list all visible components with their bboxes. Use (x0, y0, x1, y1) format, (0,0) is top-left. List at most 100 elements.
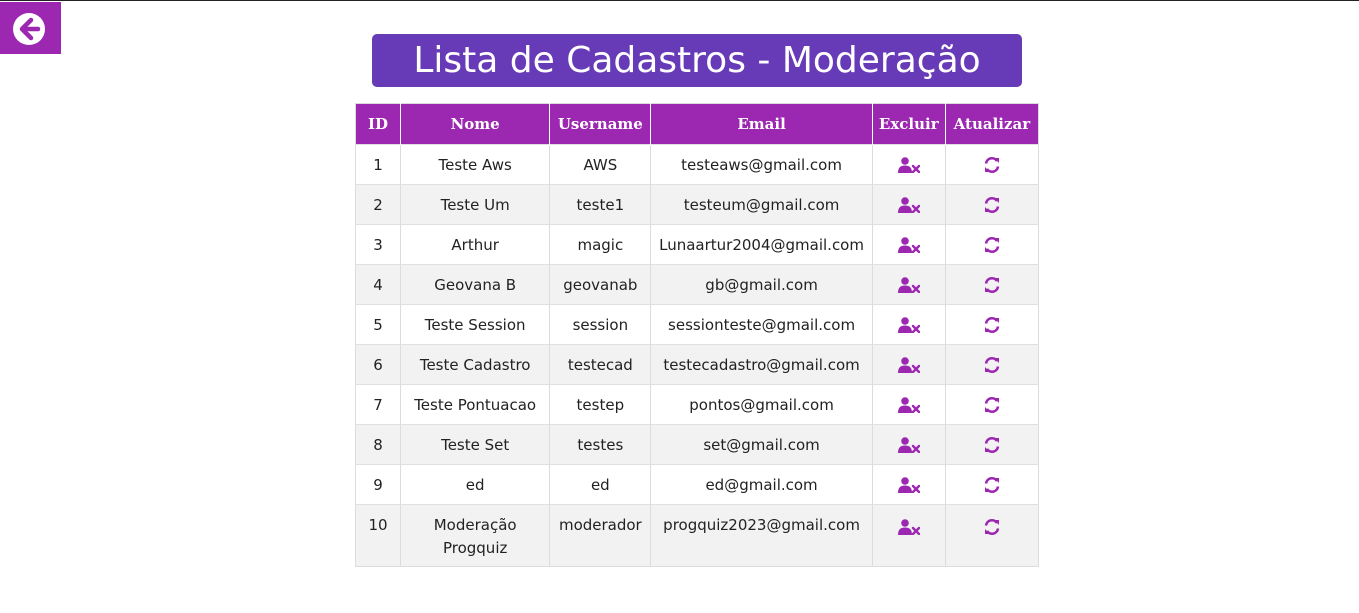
cell-nome: Teste Um (400, 184, 550, 225)
cell-email: gb@gmail.com (650, 264, 873, 305)
user-remove-icon[interactable] (897, 477, 920, 493)
delete-button[interactable] (871, 504, 946, 567)
refresh-icon[interactable] (983, 436, 1001, 454)
cell-username: AWS (549, 144, 651, 185)
back-button[interactable] (0, 2, 61, 54)
update-button[interactable] (944, 144, 1039, 185)
refresh-icon[interactable] (983, 236, 1001, 254)
cell-nome: Teste Aws (400, 144, 550, 185)
table-row: 3 Arthur magic Lunaartur2004@gmail.com (355, 224, 1039, 265)
cell-nome: Teste Set (400, 424, 550, 465)
cell-id: 8 (355, 424, 401, 465)
table-row: 8 Teste Set testes set@gmail.com (355, 424, 1039, 465)
delete-button[interactable] (871, 424, 946, 465)
cell-email: sessionteste@gmail.com (650, 304, 873, 345)
update-button[interactable] (944, 184, 1039, 225)
delete-button[interactable] (871, 344, 946, 385)
cell-username: moderador (549, 504, 651, 567)
cell-email: ed@gmail.com (650, 464, 873, 505)
cell-email: pontos@gmail.com (650, 384, 873, 425)
cell-id: 4 (355, 264, 401, 305)
cell-id: 10 (355, 504, 401, 567)
header-atualizar: Atualizar (944, 103, 1039, 145)
user-remove-icon[interactable] (897, 277, 920, 293)
header-id: ID (355, 103, 401, 145)
refresh-icon[interactable] (983, 316, 1001, 334)
cell-username: teste1 (549, 184, 651, 225)
table-row: 9 ed ed ed@gmail.com (355, 464, 1039, 505)
delete-button[interactable] (871, 224, 946, 265)
user-remove-icon[interactable] (897, 157, 920, 173)
update-button[interactable] (944, 384, 1039, 425)
cell-username: testep (549, 384, 651, 425)
cell-nome: Teste Session (400, 304, 550, 345)
refresh-icon[interactable] (983, 276, 1001, 294)
page-title: Lista de Cadastros - Moderação (413, 39, 981, 81)
user-remove-icon[interactable] (897, 518, 920, 535)
delete-button[interactable] (871, 144, 946, 185)
cell-nome: Arthur (400, 224, 550, 265)
table-row: 7 Teste Pontuacao testep pontos@gmail.com (355, 384, 1039, 425)
delete-button[interactable] (871, 264, 946, 305)
table-row: 1 Teste Aws AWS testeaws@gmail.com (355, 144, 1039, 185)
cell-email: testeaws@gmail.com (650, 144, 873, 185)
refresh-icon[interactable] (983, 196, 1001, 214)
user-remove-icon[interactable] (897, 397, 920, 413)
delete-button[interactable] (871, 184, 946, 225)
user-remove-icon[interactable] (897, 357, 920, 373)
cell-id: 6 (355, 344, 401, 385)
cell-nome: Geovana B (400, 264, 550, 305)
update-button[interactable] (944, 424, 1039, 465)
user-remove-icon[interactable] (897, 317, 920, 333)
user-remove-icon[interactable] (897, 437, 920, 453)
table-row: 4 Geovana Bgeovanab gb@gmail.com (355, 264, 1039, 305)
update-button[interactable] (944, 304, 1039, 345)
update-button[interactable] (944, 344, 1039, 385)
cell-username: session (549, 304, 651, 345)
user-remove-icon[interactable] (897, 237, 920, 253)
cell-username: geovanab (549, 264, 651, 305)
cell-nome: Teste Cadastro (400, 344, 550, 385)
update-button[interactable] (944, 264, 1039, 305)
refresh-icon[interactable] (983, 356, 1001, 374)
refresh-icon[interactable] (983, 476, 1001, 494)
cell-username: testes (549, 424, 651, 465)
header-username: Username (549, 103, 651, 145)
table-header-row: ID Nome Username Email Excluir Atualizar (355, 103, 1039, 145)
cell-id: 9 (355, 464, 401, 505)
refresh-icon[interactable] (983, 396, 1001, 414)
registrations-table: ID Nome Username Email Excluir Atualizar… (355, 103, 1039, 567)
table-row: 10 Moderação Progquiz moderador progquiz202… (355, 504, 1039, 567)
table-row: 5 Teste Session session sessionteste@gmail.… (355, 304, 1039, 345)
header-email: Email (650, 103, 873, 145)
delete-button[interactable] (871, 384, 946, 425)
delete-button[interactable] (871, 464, 946, 505)
cell-id: 3 (355, 224, 401, 265)
cell-id: 5 (355, 304, 401, 345)
cell-id: 2 (355, 184, 401, 225)
update-button[interactable] (944, 504, 1039, 567)
header-nome: Nome (400, 103, 550, 145)
cell-username: magic (549, 224, 651, 265)
cell-id: 1 (355, 144, 401, 185)
refresh-icon[interactable] (983, 156, 1001, 174)
refresh-icon[interactable] (983, 518, 1001, 536)
cell-nome: Teste Pontuacao (400, 384, 550, 425)
table-row: 2 Teste Um teste1 testeum@gmail.com (355, 184, 1039, 225)
table-row: 6 Teste Cadastro testecad testecadastro@gma… (355, 344, 1039, 385)
cell-nome: ed (400, 464, 550, 505)
cell-nome: Moderação Progquiz (400, 504, 550, 567)
delete-button[interactable] (871, 304, 946, 345)
header-excluir: Excluir (871, 103, 946, 145)
update-button[interactable] (944, 464, 1039, 505)
cell-email: set@gmail.com (650, 424, 873, 465)
cell-id: 7 (355, 384, 401, 425)
cell-username: testecad (549, 344, 651, 385)
cell-username: ed (549, 464, 651, 505)
cell-email: Lunaartur2004@gmail.com (650, 224, 873, 265)
user-remove-icon[interactable] (897, 197, 920, 213)
arrow-left-circle-icon (13, 13, 45, 45)
page-title-banner: Lista de Cadastros - Moderação (372, 34, 1022, 87)
update-button[interactable] (944, 224, 1039, 265)
cell-email: testeum@gmail.com (650, 184, 873, 225)
